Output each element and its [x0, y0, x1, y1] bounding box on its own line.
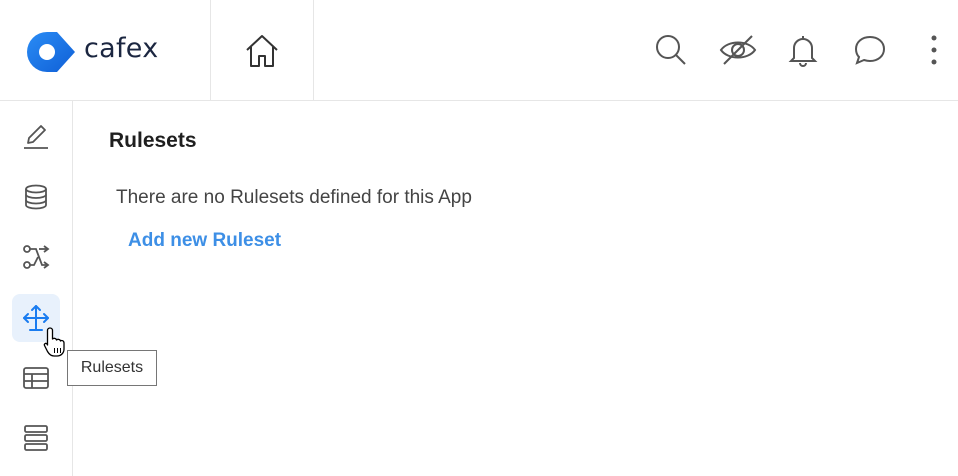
search-icon[interactable]: [654, 33, 688, 67]
hand-cursor-icon: [43, 327, 65, 357]
page-title: Rulesets: [109, 129, 197, 152]
top-bar: cafex: [0, 0, 958, 101]
workflow-icon: [23, 245, 50, 269]
sidebar-item-table[interactable]: [12, 354, 60, 402]
main-content: Rulesets There are no Rulesets defined f…: [74, 101, 958, 476]
list-icon: [24, 425, 48, 451]
app-window: cafex Rulesets There are no Rulesets def…: [0, 0, 958, 476]
sidebar-item-database[interactable]: [12, 173, 60, 221]
table-icon: [23, 367, 49, 389]
left-sidebar: [0, 101, 73, 476]
edit-icon: [24, 125, 48, 149]
sidebar-item-list[interactable]: [12, 414, 60, 462]
empty-state-message: There are no Rulesets defined for this A…: [116, 187, 472, 208]
database-icon: [25, 184, 47, 210]
eye-off-icon[interactable]: [718, 33, 758, 67]
brand-logo[interactable]: cafex: [0, 0, 211, 101]
cafex-logo-mark: [27, 32, 75, 72]
brand-name: cafex: [84, 33, 159, 64]
add-new-ruleset-link[interactable]: Add new Ruleset: [128, 230, 281, 252]
chat-icon[interactable]: [854, 33, 886, 67]
home-button[interactable]: [211, 0, 314, 101]
sidebar-item-workflow[interactable]: [12, 233, 60, 281]
bell-icon[interactable]: [788, 33, 818, 67]
home-icon: [246, 34, 278, 67]
kebab-menu-icon[interactable]: [930, 33, 938, 67]
rulesets-tooltip: Rulesets: [67, 350, 157, 386]
sidebar-item-edit[interactable]: [12, 113, 60, 161]
